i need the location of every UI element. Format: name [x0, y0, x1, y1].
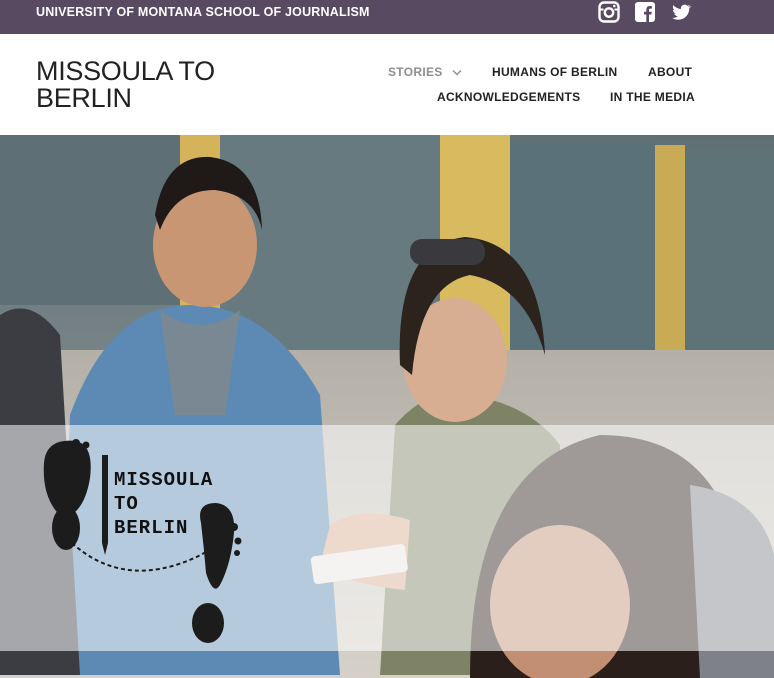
nav-item-humans-of-berlin[interactable]: HUMANS OF BERLIN	[492, 65, 617, 79]
nav-item-in-the-media[interactable]: IN THE MEDIA	[610, 90, 695, 104]
nav-item-about[interactable]: ABOUT	[648, 65, 692, 79]
logo-text-line1: MISSOULA	[114, 469, 214, 491]
site-title-line1: MISSOULA TO	[36, 56, 215, 86]
nav-item-acknowledgements[interactable]: ACKNOWLEDGEMENTS	[437, 90, 580, 104]
site-title-line2: BERLIN	[36, 83, 132, 113]
facebook-icon[interactable]	[634, 1, 656, 23]
instagram-icon[interactable]	[598, 1, 620, 23]
hero-image: MISSOULA TO BERLIN	[0, 135, 774, 678]
nav-item-stories-label: STORIES	[388, 65, 443, 79]
chevron-down-icon	[452, 70, 462, 76]
twitter-icon[interactable]	[670, 1, 692, 23]
site-title[interactable]: MISSOULA TO BERLIN	[36, 58, 276, 112]
missoula-to-berlin-logo: MISSOULA TO BERLIN	[36, 433, 256, 645]
top-bar: UNIVERSITY OF MONTANA SCHOOL OF JOURNALI…	[0, 0, 774, 34]
site-header: MISSOULA TO BERLIN STORIES HUMANS OF BER…	[0, 34, 774, 135]
social-links	[598, 1, 692, 23]
logo-text-line2: TO	[114, 493, 139, 515]
logo-text-line3: BERLIN	[114, 517, 189, 539]
school-link[interactable]: UNIVERSITY OF MONTANA SCHOOL OF JOURNALI…	[36, 5, 370, 19]
nav-item-stories[interactable]: STORIES	[388, 65, 462, 79]
